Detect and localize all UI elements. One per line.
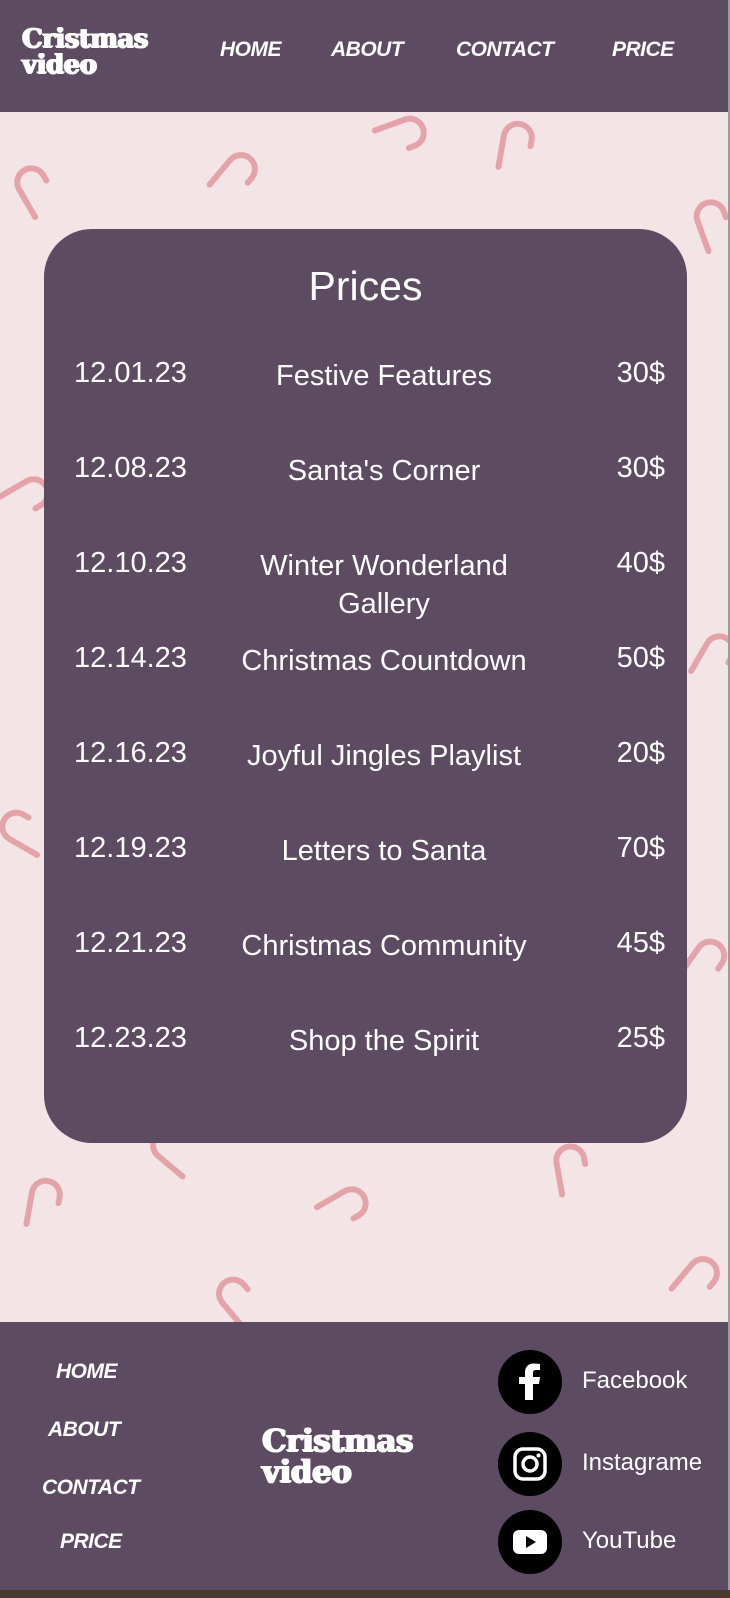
footer-nav-price[interactable]: PRICE [60, 1530, 122, 1554]
page: Cristmas video HOME ABOUT CONTACT PRICE … [0, 0, 730, 1590]
row-date: 12.14.23 [74, 642, 187, 674]
header: Cristmas video HOME ABOUT CONTACT PRICE [0, 0, 730, 112]
row-price: 30$ [616, 452, 665, 484]
row-name: Winter Wonderland Gallery [260, 550, 508, 620]
instagram-icon [498, 1432, 562, 1496]
candy-cane-decoration [197, 138, 275, 217]
site-logo[interactable]: Cristmas video [22, 26, 148, 78]
prices-title: Prices [308, 263, 423, 309]
nav-contact[interactable]: CONTACT [456, 38, 554, 62]
social-label: Facebook [582, 1367, 688, 1394]
nav-home[interactable]: HOME [220, 38, 282, 62]
row-date: 12.08.23 [74, 452, 187, 484]
logo-line-1: Cristmas [262, 1423, 413, 1459]
candy-cane-decoration [0, 151, 75, 229]
row-name: Letters to Santa [281, 835, 487, 867]
row-date: 12.19.23 [74, 832, 187, 864]
row-name: Christmas Community [241, 930, 527, 962]
bottom-strip [0, 1590, 730, 1598]
candy-cane-decoration [681, 188, 730, 262]
row-name: Joyful Jingles Playlist [247, 740, 521, 772]
facebook-icon [498, 1350, 562, 1414]
candy-cane-decoration [305, 1172, 383, 1247]
footer-nav-about[interactable]: ABOUT [48, 1418, 121, 1442]
row-date: 12.16.23 [74, 737, 187, 769]
row-date: 12.10.23 [74, 547, 187, 579]
logo-line-2: video [22, 50, 97, 80]
row-name: Festive Features [276, 360, 492, 392]
social-label: Instagrame [582, 1449, 703, 1476]
candy-cane-decoration [543, 1136, 605, 1204]
prices-card: Prices 12.01.23 Festive Features 30$ 12.… [44, 229, 687, 1143]
row-price: 50$ [616, 642, 665, 674]
row-price: 25$ [616, 1022, 665, 1054]
row-date: 12.21.23 [74, 927, 187, 959]
logo-line-1: Cristmas [22, 24, 148, 54]
footer: HOME ABOUT CONTACT PRICE Cristmas video … [0, 1322, 730, 1590]
row-date: 12.23.23 [74, 1022, 187, 1054]
row-name: Christmas Countdown [241, 645, 527, 677]
footer-logo[interactable]: Cristmas video [262, 1426, 413, 1488]
row-date: 12.01.23 [74, 357, 187, 389]
logo-line-2: video [262, 1454, 352, 1490]
youtube-icon [498, 1510, 562, 1574]
row-name: Santa's Corner [287, 455, 481, 487]
nav-price[interactable]: PRICE [612, 38, 674, 62]
row-price: 20$ [616, 737, 665, 769]
row-price: 45$ [616, 927, 665, 959]
candy-cane-decoration [487, 114, 549, 182]
footer-nav-home[interactable]: HOME [56, 1360, 118, 1384]
row-price: 70$ [616, 832, 665, 864]
row-price: 40$ [616, 547, 665, 579]
social-label: YouTube [582, 1527, 677, 1554]
footer-nav-contact[interactable]: CONTACT [42, 1476, 140, 1500]
candy-cane-decoration [364, 103, 438, 172]
row-price: 30$ [616, 357, 665, 389]
row-name: Shop the Spirit [288, 1025, 480, 1057]
nav-about[interactable]: ABOUT [331, 38, 404, 62]
candy-cane-decoration [659, 1242, 730, 1321]
candy-cane-decoration [15, 1171, 77, 1239]
